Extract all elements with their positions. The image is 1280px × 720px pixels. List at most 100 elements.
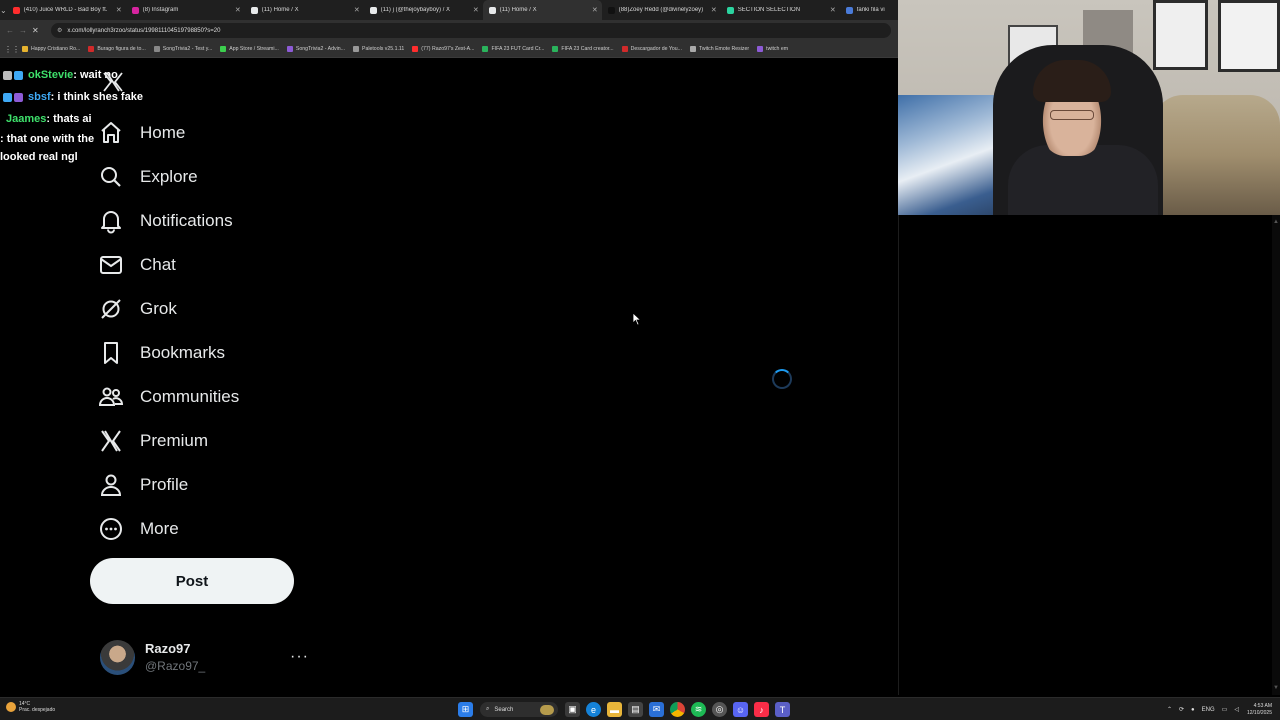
mail-icon — [98, 252, 124, 278]
tray-overflow-icon[interactable]: ⌃ — [1167, 706, 1172, 713]
close-tab-icon[interactable]: ✕ — [354, 6, 360, 14]
language-indicator[interactable]: ENG — [1202, 707, 1215, 713]
browser-tab[interactable]: SECTION SELECTION ✕ — [721, 0, 840, 20]
weather-widget[interactable]: 14°C Prac. despejado — [6, 701, 55, 713]
close-tab-icon[interactable]: ✕ — [235, 6, 241, 14]
sidebar-item-chat[interactable]: Chat — [98, 243, 328, 287]
bookmark-item[interactable]: SongTrivia2 - Advin... — [286, 46, 345, 52]
bookmark-favicon-icon — [352, 46, 359, 52]
weather-sun-icon — [6, 702, 16, 712]
people-icon — [98, 384, 124, 410]
windows-taskbar: 14°C Prac. despejado ⊞ ⌕ Search ▣ e ▬ ▤ … — [0, 697, 1280, 720]
tab-favicon-icon — [369, 6, 377, 14]
forward-icon[interactable]: → — [19, 26, 29, 35]
stop-loading-icon[interactable]: ✕ — [32, 26, 42, 35]
bookmark-favicon-icon — [412, 46, 419, 52]
task-view-icon[interactable]: ▣ — [565, 702, 580, 717]
close-tab-icon[interactable]: ✕ — [116, 6, 122, 14]
clock[interactable]: 4:53 AM 12/10/2025 — [1247, 703, 1272, 717]
start-windows-icon[interactable]: ⊞ — [458, 702, 473, 717]
url-field[interactable]: ⚙ x.com/lollyranch3rzoo/status/199811104… — [51, 23, 891, 38]
browser-tab[interactable]: (410) Juice WRLD - Bad Boy ft. ✕ — [7, 0, 126, 20]
sidebar-item-bookmarks[interactable]: Bookmarks — [98, 331, 328, 375]
sidebar-item-notifications[interactable]: Notifications — [98, 199, 328, 243]
tab-title: (8) Instagram — [142, 7, 179, 13]
scroll-up-icon[interactable]: ▲ — [1273, 219, 1279, 225]
more-horizontal-icon[interactable]: ··· — [290, 648, 309, 666]
back-icon[interactable]: ← — [6, 26, 16, 35]
apps-grid-icon[interactable]: ⋮⋮ — [4, 45, 22, 54]
chrome-icon[interactable] — [670, 702, 685, 717]
sidebar-item-label: Explore — [140, 167, 198, 186]
bookmark-favicon-icon — [22, 46, 28, 52]
microsoft-store-icon[interactable]: ▤ — [628, 702, 643, 717]
webcam-jersey-frame — [1153, 0, 1208, 70]
scroll-down-icon[interactable]: ▼ — [1273, 685, 1279, 691]
browser-tab[interactable]: (11) j (@thejoybayboy) / X ✕ — [364, 0, 483, 20]
bookmark-item[interactable]: FIFA 23 Card creator... — [552, 46, 614, 52]
url-text: x.com/lollyranch3rzoo/status/19981110451… — [67, 27, 221, 34]
sidebar-item-more[interactable]: More — [98, 507, 328, 551]
bookmark-item[interactable]: FIFA 23 FUT Card Cr... — [482, 46, 544, 52]
tab-title: (11) Home / X — [261, 7, 299, 13]
bookmark-item[interactable]: SongTrivia2 - Test y... — [153, 46, 212, 52]
bookmark-item[interactable]: Paletools v25.1.11 — [352, 46, 404, 52]
webcam-sofa — [1153, 95, 1280, 215]
mail-app-icon[interactable]: ✉ — [649, 702, 664, 717]
edge-icon[interactable]: e — [586, 702, 601, 717]
x-logo-icon[interactable] — [101, 70, 125, 94]
bookmark-item[interactable]: Burago figura de to... — [88, 46, 146, 52]
taskbar-search[interactable]: ⌕ Search — [480, 702, 558, 717]
sync-icon[interactable]: ⟳ — [1179, 706, 1184, 713]
bookmark-item[interactable]: Twitch Emote Resizer — [689, 46, 749, 52]
scrollbar[interactable]: ▲ ▼ — [1272, 215, 1280, 695]
bookmark-item[interactable]: App Store / Streami... — [220, 46, 279, 52]
bookmark-item[interactable]: (77) Razo97's Zest-A... — [412, 46, 474, 52]
network-icon[interactable]: ▭ — [1222, 706, 1228, 713]
obs-icon[interactable]: ◎ — [712, 702, 727, 717]
close-tab-icon[interactable]: ✕ — [711, 6, 717, 14]
bookmark-item[interactable]: twitch em — [757, 46, 788, 52]
volume-icon[interactable]: ◁ — [1234, 706, 1239, 713]
site-info-icon[interactable]: ⚙ — [57, 27, 62, 34]
post-button[interactable]: Post — [90, 558, 294, 604]
close-tab-icon[interactable]: ✕ — [830, 6, 836, 14]
sidebar-item-grok[interactable]: Grok — [98, 287, 328, 331]
tab-favicon-icon — [488, 6, 496, 14]
system-tray: ⌃ ⟳ ● ENG ▭ ◁ 4:53 AM 12/10/2025 — [1160, 700, 1272, 719]
taskbar-search-label: Search — [494, 706, 514, 713]
file-explorer-icon[interactable]: ▬ — [607, 702, 622, 717]
sidebar-item-home[interactable]: Home — [98, 111, 328, 155]
teams-icon[interactable]: T — [775, 702, 790, 717]
browser-tab[interactable]: (88)Zoey Redd (@divinelyzoey) ✕ — [602, 0, 721, 20]
bookmark-favicon-icon — [757, 46, 764, 52]
chat-badge-icon — [14, 70, 23, 80]
account-name: Razo97 — [145, 641, 191, 656]
column-divider — [898, 215, 899, 695]
browser-tab[interactable]: (11) Home / X ✕ — [245, 0, 364, 20]
mic-icon[interactable]: ● — [1191, 707, 1195, 713]
tab-favicon-icon — [845, 6, 853, 14]
browser-tab[interactable]: (11) Home / X ✕ — [482, 0, 602, 20]
bookmark-favicon-icon — [621, 46, 628, 52]
chat-username: Jaames — [6, 113, 47, 125]
sidebar-nav: Home Explore Notifications Chat Grok Bookmark… — [98, 111, 328, 551]
tab-search-icon[interactable]: ⌄ — [0, 0, 7, 20]
home-icon — [98, 120, 124, 146]
close-tab-icon[interactable]: ✕ — [592, 6, 598, 14]
sidebar-item-profile[interactable]: Profile — [98, 463, 328, 507]
sidebar-item-premium[interactable]: Premium — [98, 419, 328, 463]
spotify-icon[interactable]: ≋ — [691, 702, 706, 717]
sidebar-item-label: Communities — [140, 387, 240, 406]
browser-tab[interactable]: (8) Instagram ✕ — [126, 0, 245, 20]
bookmark-item[interactable]: Descargador de You... — [621, 46, 682, 52]
bookmarks-bar: ⋮⋮ Happy Cristiano Ro... Burago figura de… — [0, 41, 898, 58]
music-app-icon[interactable]: ♪ — [754, 702, 769, 717]
chat-username: okStevie — [28, 69, 74, 81]
sidebar-item-explore[interactable]: Explore — [98, 155, 328, 199]
account-switcher[interactable]: Razo97 @Razo97_ ··· — [100, 638, 310, 676]
close-tab-icon[interactable]: ✕ — [473, 6, 479, 14]
discord-icon[interactable]: ☺ — [733, 702, 748, 717]
bookmark-item[interactable]: Happy Cristiano Ro... — [22, 46, 80, 52]
sidebar-item-communities[interactable]: Communities — [98, 375, 328, 419]
